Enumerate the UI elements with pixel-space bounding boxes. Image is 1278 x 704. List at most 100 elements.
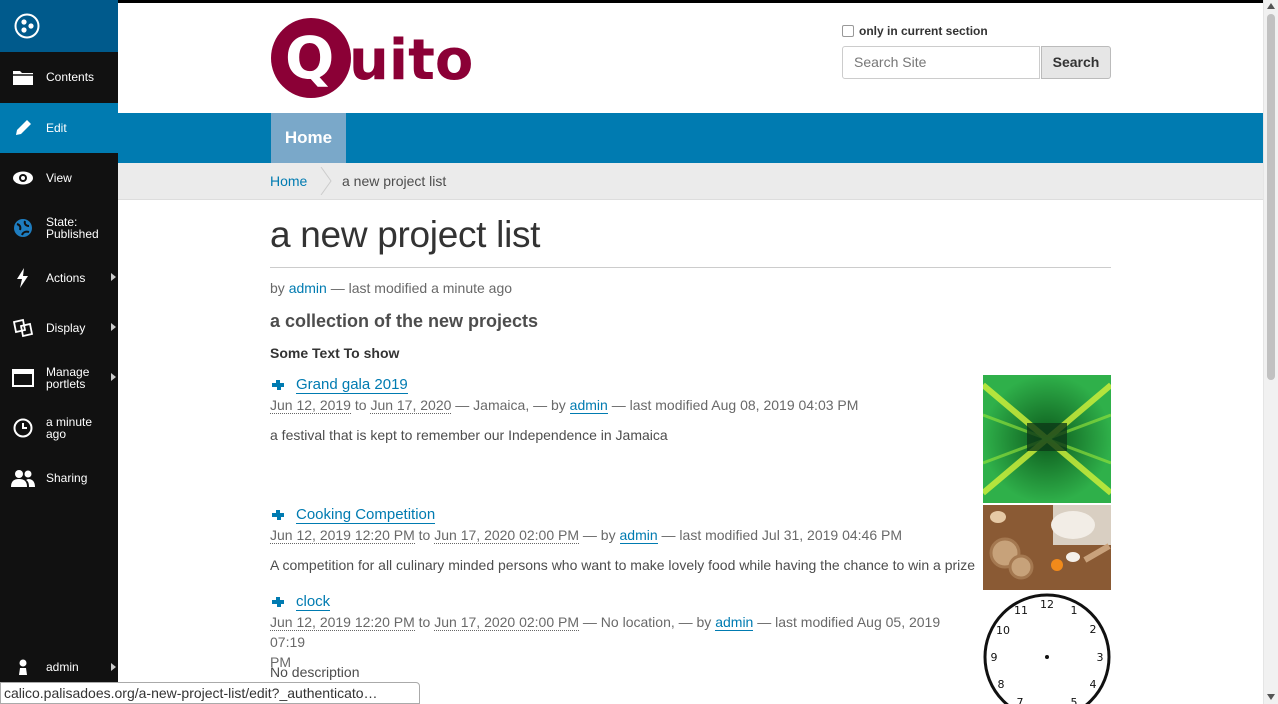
toolbar-logo[interactable] (0, 0, 118, 52)
toolbar-history-label: a minute ago (46, 416, 92, 440)
breadcrumb-separator-icon (320, 167, 332, 195)
folder-icon (11, 65, 35, 89)
toolbar-portlets-label: Manage portlets (46, 366, 89, 390)
item-to: to (418, 527, 431, 543)
clock-num-4: 4 (1090, 678, 1097, 691)
scroll-down-icon[interactable] (1267, 694, 1275, 700)
caret-right-icon (111, 323, 116, 331)
list-item-title[interactable]: Grand gala 2019 (270, 376, 408, 394)
item-to: to (418, 614, 431, 630)
main-navigation: Home (118, 113, 1264, 163)
breadcrumb-home-link[interactable]: Home (270, 173, 307, 189)
clock-num-11: 11 (1014, 604, 1028, 617)
item-location: — No location, — by (582, 614, 712, 630)
item-title-link[interactable]: clock (296, 593, 331, 611)
clock-num-9: 9 (991, 651, 998, 664)
event-icon (272, 380, 284, 390)
toolbar-sharing-label: Sharing (46, 471, 88, 485)
toolbar-display[interactable]: Display (0, 303, 118, 353)
item-author-link[interactable]: admin (619, 527, 658, 544)
toolbar-contents[interactable]: Contents (0, 52, 118, 102)
title-divider (270, 267, 1111, 268)
user-icon (11, 657, 35, 677)
item-thumbnail-image[interactable]: 12 1 2 3 4 5 7 8 9 10 11 (983, 592, 1111, 704)
plone-logo-icon (14, 13, 40, 39)
clock-num-12: 12 (1040, 598, 1054, 611)
checkbox-box[interactable] (842, 25, 854, 37)
clock-num-2: 2 (1090, 623, 1097, 636)
item-end-date: Jun 17, 2020 02:00 PM (434, 614, 580, 631)
state-line2: Published (46, 227, 99, 241)
item-modified: — last modified Aug 08, 2019 04:03 PM (611, 397, 859, 413)
item-end-date: Jun 17, 2020 (370, 397, 452, 414)
clock-num-10: 10 (996, 624, 1010, 637)
item-author-link[interactable]: admin (569, 397, 608, 414)
item-author-link[interactable]: admin (715, 614, 754, 631)
display-icon (11, 316, 35, 340)
byline-by: by (270, 280, 285, 296)
toolbar-display-label: Display (46, 321, 86, 335)
toolbar-sharing[interactable]: Sharing (0, 453, 118, 503)
search-button[interactable]: Search (1041, 46, 1111, 79)
search-input[interactable]: Search Site (842, 46, 1040, 79)
list-item-title[interactable]: Cooking Competition (270, 506, 436, 524)
users-icon (11, 466, 35, 490)
toolbar-manage-portlets[interactable]: Manage portlets (0, 353, 118, 403)
toolbar-history[interactable]: a minute ago (0, 403, 118, 453)
breadcrumb-current: a new project list (342, 173, 447, 189)
item-start-date: Jun 12, 2019 12:20 PM (270, 527, 415, 544)
item-thumbnail-image[interactable] (983, 375, 1111, 503)
item-description: A competition for all culinary minded pe… (270, 557, 976, 573)
scrollbar-thumb[interactable] (1267, 14, 1275, 380)
history-line2: ago (46, 427, 67, 441)
document-text: Some Text To show (270, 345, 400, 361)
item-meta: Jun 12, 2019 to Jun 17, 2020 — Jamaica, … (270, 395, 858, 415)
item-to: to (354, 397, 367, 413)
toolbar-view[interactable]: View (0, 153, 118, 203)
item-start-date: Jun 12, 2019 12:20 PM (270, 614, 415, 631)
breadcrumb: Home a new project list (118, 163, 1264, 200)
clock-num-1: 1 (1071, 604, 1078, 617)
item-title-link[interactable]: Cooking Competition (296, 506, 436, 524)
plone-toolbar: Contents Edit View State: Published Actio… (0, 0, 118, 704)
caret-right-icon (111, 273, 116, 281)
svg-text:uito: uito (349, 28, 473, 93)
portlets-line2: portlets (46, 377, 86, 391)
toolbar-actions-label: Actions (46, 271, 86, 285)
top-border (118, 0, 1264, 3)
caret-right-icon (111, 373, 116, 381)
toolbar-edit[interactable]: Edit (0, 103, 118, 153)
item-description: a festival that is kept to remember our … (270, 427, 668, 443)
author-link[interactable]: admin (289, 280, 327, 296)
toolbar-state-label: State: Published (46, 216, 99, 240)
current-section-label: only in current section (859, 24, 988, 38)
scroll-up-icon[interactable] (1267, 3, 1275, 9)
item-start-date: Jun 12, 2019 (270, 397, 351, 414)
toolbar-actions[interactable]: Actions (0, 253, 118, 303)
caret-right-icon (111, 663, 116, 671)
toolbar-contents-label: Contents (46, 70, 95, 84)
clock-num-3: 3 (1097, 651, 1104, 664)
list-item-title[interactable]: clock (270, 593, 331, 611)
item-location: — Jamaica, — by (455, 397, 566, 413)
page-scrollbar[interactable] (1263, 0, 1278, 704)
item-title-link[interactable]: Grand gala 2019 (296, 376, 408, 394)
eye-icon (11, 166, 35, 190)
toolbar-view-label: View (46, 171, 72, 185)
toolbar-user[interactable]: admin (0, 652, 118, 682)
document-byline: by admin — last modified a minute ago (270, 280, 512, 296)
pencil-icon (11, 116, 35, 140)
clock-num-7: 7 (1017, 696, 1024, 704)
item-meta: Jun 12, 2019 12:20 PM to Jun 17, 2020 02… (270, 612, 970, 672)
nav-home-tab[interactable]: Home (271, 113, 346, 163)
toolbar-user-label: admin (46, 660, 79, 674)
event-icon (272, 510, 284, 520)
item-thumbnail-image[interactable] (983, 505, 1111, 590)
clock-num-5: 5 (1071, 696, 1078, 704)
byline-modified: — last modified a minute ago (330, 280, 513, 296)
item-location: — by (582, 527, 616, 543)
site-logo[interactable]: Q uito (271, 18, 481, 98)
globe-icon (11, 216, 35, 240)
current-section-checkbox[interactable]: only in current section (842, 24, 988, 38)
toolbar-state[interactable]: State: Published (0, 203, 118, 253)
